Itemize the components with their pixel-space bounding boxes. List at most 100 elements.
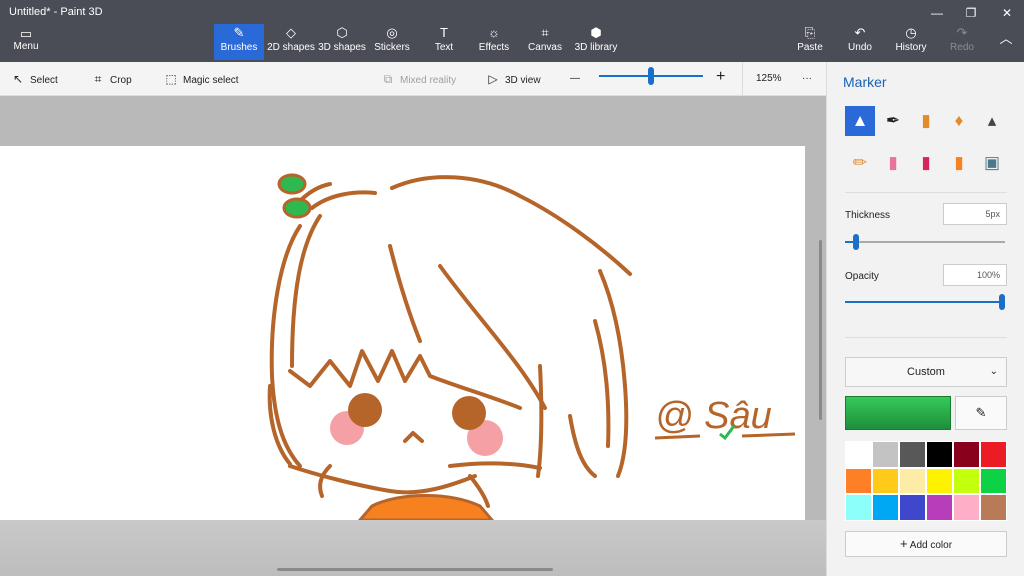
horizontal-scrollbar[interactable] [277,568,553,571]
tab-3d-shapes[interactable]: ⬡ 3D shapes [318,24,366,60]
tab-label: Effects [478,42,510,53]
close-button[interactable]: ✕ [992,3,1022,23]
color-palette [845,441,1007,521]
select-button[interactable]: ↖ Select [10,71,58,87]
color-swatch[interactable] [953,441,980,468]
color-mode-dropdown[interactable]: Custom ⌄ [845,357,1007,387]
color-swatch[interactable] [845,441,872,468]
color-swatch[interactable] [899,441,926,468]
thickness-label: Thickness [845,210,891,221]
thickness-input[interactable]: 5px [943,203,1007,225]
crop-button[interactable]: ⌗ Crop [90,71,132,87]
color-swatch[interactable] [980,467,1007,495]
crayon-icon[interactable]: ▮ [911,148,941,178]
tab-label: Text [434,42,454,53]
calligraphy-pen-icon[interactable]: ✒ [878,106,908,136]
opacity-slider-thumb[interactable] [999,294,1005,310]
oil-brush-icon[interactable]: ▮ [911,106,941,136]
add-color-button[interactable]: + Add color [845,531,1007,557]
eyedropper-button[interactable]: ✎ [955,396,1007,430]
color-swatch[interactable] [953,467,980,495]
spray-can-icon[interactable]: ▮ [944,148,974,178]
button-label: Redo [950,42,974,53]
watercolor-icon[interactable]: ♦ [944,106,974,136]
menu-button[interactable]: ▭ Menu [6,26,46,58]
color-swatch[interactable] [899,467,926,495]
history-button[interactable]: ◷ History [894,24,928,60]
mixed-reality-label: Mixed reality [400,75,457,86]
mixed-reality-icon: ⧉ [383,72,393,86]
thickness-slider-thumb[interactable] [853,234,859,250]
workspace[interactable]: @ Sâu [0,96,826,576]
zoom-out-button[interactable]: — [570,71,580,87]
menu-label: Menu [13,41,39,52]
undo-button[interactable]: ↶ Undo [844,24,876,60]
magic-select-button[interactable]: ⬚ Magic select [163,71,238,87]
crop-icon: ⌗ [94,72,102,86]
3d-view-label: 3D view [505,75,541,86]
color-swatch[interactable] [872,494,899,521]
magic-select-icon: ⬚ [165,72,177,86]
button-label: Paste [797,42,823,53]
zoom-in-button[interactable]: + [716,69,725,85]
tab-text[interactable]: T Text [424,24,464,60]
color-swatch[interactable] [926,494,953,521]
current-color-swatch[interactable] [845,396,951,430]
shapes-2d-icon: ◇ [286,25,296,40]
color-swatch[interactable] [980,494,1007,521]
canvas-icon: ⌗ [541,25,549,40]
pixel-pen-icon[interactable]: ▴ [977,106,1007,136]
color-swatch[interactable] [872,441,899,468]
library-icon: ⬢ [590,25,602,40]
opacity-slider[interactable] [845,301,1005,303]
3d-view-button[interactable]: ▷ 3D view [485,71,541,87]
window-title: Untitled* - Paint 3D [9,6,103,18]
panel-title: Marker [843,74,887,90]
color-swatch[interactable] [899,494,926,521]
divider [742,62,743,96]
fill-bucket-icon[interactable]: ▣ [977,148,1007,178]
cube-icon: ⬡ [336,25,348,40]
color-swatch[interactable] [872,467,899,495]
color-swatch[interactable] [980,441,1007,468]
color-swatch[interactable] [845,494,872,521]
maximize-button[interactable]: ❐ [956,3,986,23]
redo-button[interactable]: ↷ Redo [946,24,978,60]
opacity-input[interactable]: 100% [943,264,1007,286]
tab-2d-shapes[interactable]: ◇ 2D shapes [266,24,316,60]
pencil-icon[interactable]: ✏ [845,148,875,178]
chevron-up-icon: ︿ [999,31,1013,46]
minimize-button[interactable]: — [922,3,952,23]
tab-stickers[interactable]: ◎ Stickers [370,24,414,60]
paste-button[interactable]: ⎘ Paste [794,24,826,60]
brush-panel: Marker ▲ ✒ ▮ ♦ ▴ ✏ ▮ ▮ ▮ ▣ Thickness 5px… [826,62,1024,576]
opacity-label: Opacity [845,271,879,282]
drawing-canvas[interactable]: @ Sâu [0,146,805,520]
zoom-slider-thumb[interactable] [648,67,654,85]
toolbar: ↖ Select ⌗ Crop ⬚ Magic select ⧉ Mixed reali… [0,62,826,96]
add-color-label: Add color [909,540,953,551]
sticker-icon: ◎ [386,25,398,40]
color-swatch[interactable] [953,494,980,521]
cursor-icon: ↖ [12,72,24,86]
zoom-value[interactable]: 125% [756,71,782,87]
more-options-button[interactable]: ··· [802,71,812,87]
thickness-slider[interactable] [845,241,1005,243]
select-label: Select [30,75,58,86]
divider [845,192,1007,193]
color-swatch[interactable] [926,441,953,468]
vertical-scrollbar[interactable] [819,240,822,420]
color-swatch[interactable] [926,467,953,495]
brush-icon: ✎ [233,25,245,40]
tab-3d-library[interactable]: ⬢ 3D library [574,24,618,60]
tab-canvas[interactable]: ⌗ Canvas [525,24,565,60]
chevron-down-icon: ⌄ [989,366,998,377]
tab-effects[interactable]: ☼ Effects [474,24,514,60]
marker-icon[interactable]: ▲ [845,106,875,136]
collapse-ribbon-button[interactable]: ︿ [996,30,1016,66]
tab-brushes[interactable]: ✎ Brushes [214,24,264,60]
color-swatch[interactable] [845,467,872,495]
mixed-reality-button[interactable]: ⧉ Mixed reality [380,71,456,87]
3d-view-icon: ▷ [488,72,498,86]
eraser-icon[interactable]: ▮ [878,148,908,178]
